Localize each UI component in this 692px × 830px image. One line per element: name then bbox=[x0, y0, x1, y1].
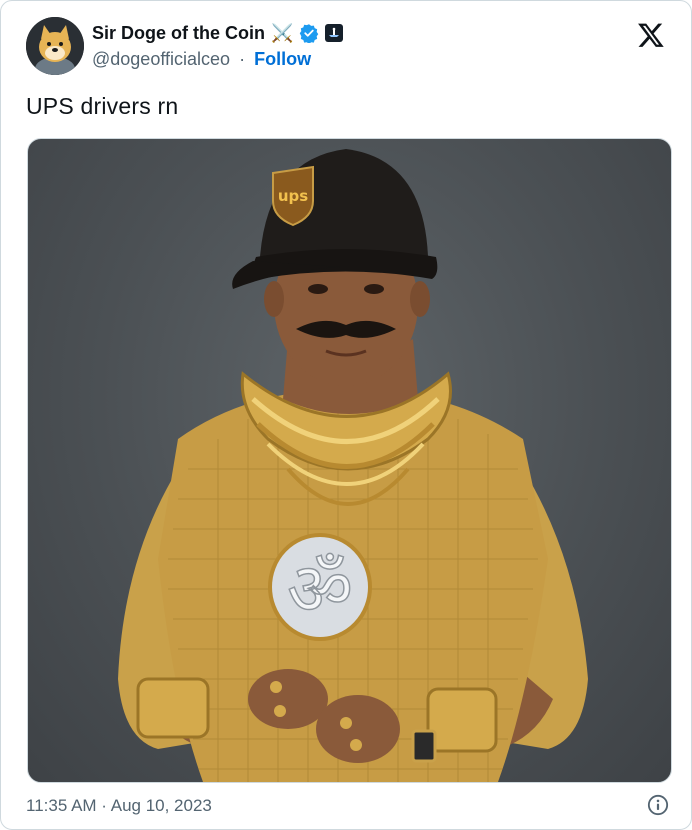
doge-avatar-icon[interactable] bbox=[26, 17, 84, 75]
photo-illustration: ॐ ups bbox=[118, 149, 588, 782]
affiliation-badge-icon[interactable] bbox=[325, 24, 344, 42]
handle-row: @dogeofficialceo · Follow bbox=[92, 49, 343, 70]
tweet-header: Sir Doge of the Coin ⚔️ @dogeofficialceo… bbox=[26, 15, 673, 79]
info-icon[interactable] bbox=[647, 794, 669, 816]
author-names: Sir Doge of the Coin ⚔️ @dogeofficialceo… bbox=[92, 21, 344, 70]
follow-button[interactable]: Follow bbox=[254, 49, 311, 69]
ups-logo-text: ups bbox=[278, 187, 308, 205]
crossed-swords-emoji: ⚔️ bbox=[271, 22, 294, 43]
x-logo-icon[interactable] bbox=[637, 21, 665, 49]
tweet-photo[interactable]: ॐ ups bbox=[27, 138, 672, 783]
tweet-timestamp[interactable]: 11:35 AM · Aug 10, 2023 bbox=[26, 796, 212, 816]
separator: · bbox=[239, 49, 246, 69]
author-handle[interactable]: @dogeofficialceo bbox=[92, 49, 230, 69]
verified-badge-icon[interactable] bbox=[299, 23, 319, 44]
tweet-text: UPS drivers rn bbox=[26, 93, 179, 119]
name-row: Sir Doge of the Coin ⚔️ bbox=[92, 21, 344, 45]
display-name[interactable]: Sir Doge of the Coin bbox=[92, 23, 265, 44]
tweet-card: Sir Doge of the Coin ⚔️ @dogeofficialceo… bbox=[0, 0, 692, 830]
pendant-symbol: ॐ bbox=[287, 547, 353, 631]
